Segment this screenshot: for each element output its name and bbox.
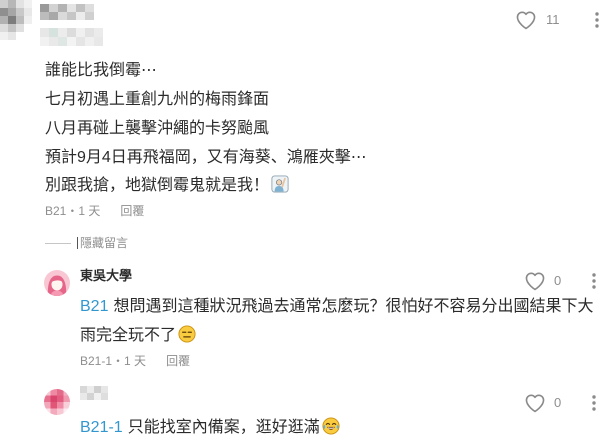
post-time: 1 天 [78, 204, 101, 218]
comment-meta: B21 ・ 1 天 回覆 [45, 203, 144, 219]
post-time: 1 天 [124, 354, 147, 368]
like-button[interactable] [515, 10, 537, 30]
floor-label: B21-1 [80, 354, 113, 368]
heart-outline-icon [524, 393, 546, 413]
reply-author-name[interactable] [80, 386, 108, 400]
heart-outline-icon [524, 271, 546, 291]
reply-text: 只能找室內備案，逛好逛滿 [127, 419, 320, 436]
like-button[interactable] [524, 271, 546, 291]
raising-hand-emoji [271, 175, 289, 193]
reply-text-line: B21-1 只能找室內備案，逛好逛滿 [80, 417, 610, 437]
more-vertical-icon [593, 11, 601, 29]
reply-button[interactable]: 回覆 [120, 203, 144, 219]
heart-outline-icon [515, 10, 537, 30]
reply-text-line: 雨完全玩不了 [80, 321, 610, 350]
like-button[interactable] [524, 393, 546, 413]
reply-button[interactable]: 回覆 [166, 353, 190, 369]
comment-author-avatar[interactable] [0, 0, 36, 40]
pixelated-avatar [44, 389, 70, 415]
comment-text: 別跟我搶，地獄倒霉鬼就是我！ [45, 177, 270, 194]
meta-separator: ・ [66, 204, 79, 218]
hide-replies-button[interactable]: 隱藏留言 [45, 235, 135, 251]
hide-replies-label: 隱藏留言 [80, 236, 129, 250]
reply-text: 雨完全玩不了 [80, 327, 177, 344]
comment-text-line: 別跟我搶，地獄倒霉鬼就是我！ [45, 171, 585, 200]
mention-link[interactable]: B21-1 [80, 419, 123, 436]
reply-text: 想問遇到這種狀況飛過去通常怎麼玩？很怕好不容易分出國結果下大 [113, 298, 594, 315]
like-count: 0 [554, 273, 562, 288]
comment-text-line: 誰能比我倒霉⋯ [45, 62, 158, 79]
female-default-avatar [44, 270, 70, 296]
pixelated-username [80, 386, 108, 400]
more-options-button[interactable] [593, 11, 601, 29]
more-options-button[interactable] [590, 272, 598, 290]
reply-meta: B21-1 ・ 1 天 回覆 [80, 353, 190, 369]
meta-separator: ・ [112, 354, 125, 368]
face-with-tears-of-joy-emoji [322, 417, 340, 435]
floor-label: B21 [45, 204, 67, 218]
expressionless-face-emoji [178, 325, 196, 343]
comment-author-name[interactable] [40, 4, 110, 46]
comment-thread: 11 誰能比我倒霉⋯ 七月初遇上重創九州的梅雨鋒面 八月再碰上襲擊沖繩的卡努颱風… [0, 0, 614, 437]
more-vertical-icon [590, 394, 598, 412]
text-cursor [77, 237, 78, 249]
divider-line [45, 243, 71, 244]
reply-author-name[interactable]: 東吳大學 [80, 268, 132, 284]
more-options-button[interactable] [590, 394, 598, 412]
like-count: 0 [554, 395, 562, 410]
comment-text-line: 預計9月4日再飛福岡，又有海葵、鴻雁夾擊⋯ [45, 149, 367, 166]
more-vertical-icon [590, 272, 598, 290]
comment-text-line: 七月初遇上重創九州的梅雨鋒面 [45, 91, 270, 108]
like-count: 11 [546, 12, 560, 27]
mention-link[interactable]: B21 [80, 298, 108, 315]
reply-author-avatar[interactable] [44, 270, 70, 296]
pixelated-username [40, 4, 103, 46]
reply-text-line: B21 想問遇到這種狀況飛過去通常怎麼玩？很怕好不容易分出國結果下大 [80, 292, 610, 321]
reply-author-avatar[interactable] [44, 389, 70, 415]
pixelated-avatar [0, 0, 32, 40]
comment-text-line: 八月再碰上襲擊沖繩的卡努颱風 [45, 120, 270, 137]
